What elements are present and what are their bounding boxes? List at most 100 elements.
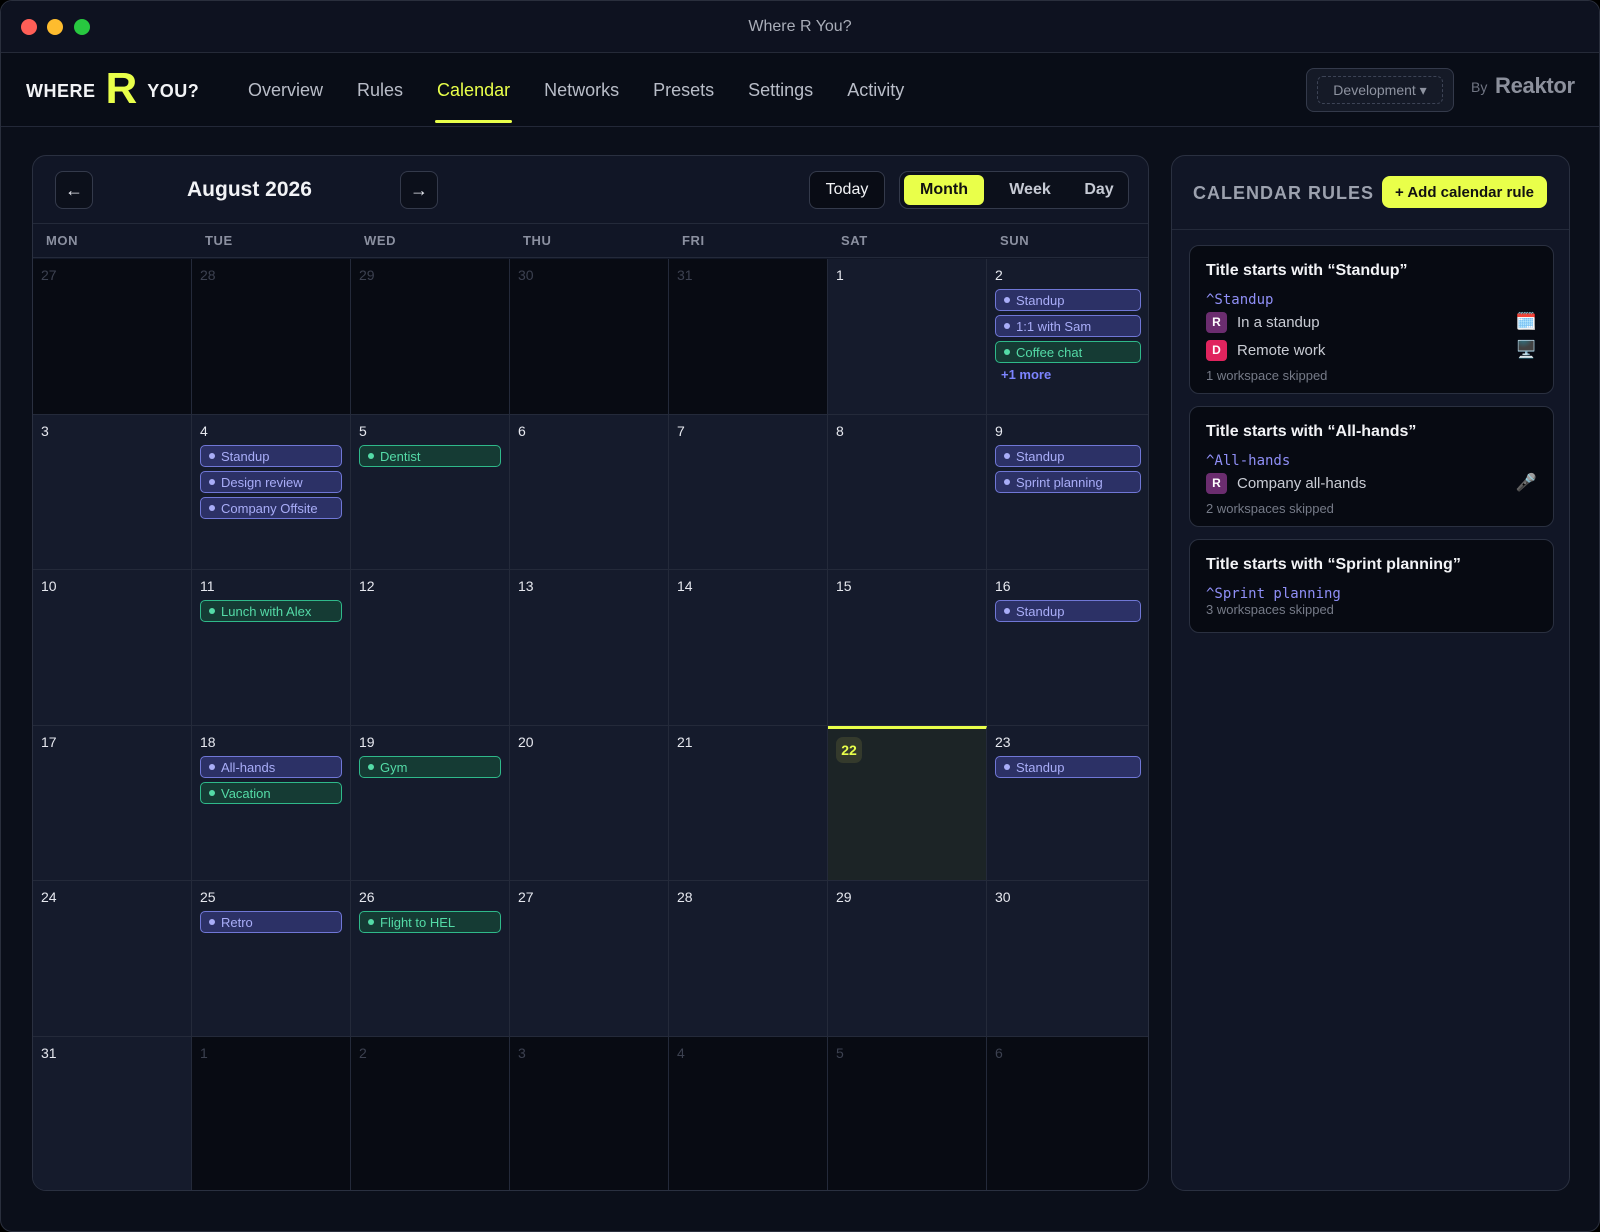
skipped-workspaces-note: 1 workspace skipped bbox=[1206, 368, 1328, 383]
calendar-event[interactable]: Retro bbox=[200, 911, 342, 933]
day-cell[interactable]: 11 Lunch with Alex bbox=[192, 570, 351, 726]
add-calendar-rule-button[interactable]: + Add calendar rule bbox=[1382, 176, 1547, 208]
calendar-event[interactable]: Company Offsite bbox=[200, 497, 342, 519]
calendar-event[interactable]: All-hands bbox=[200, 756, 342, 778]
calendar-event[interactable]: Standup bbox=[200, 445, 342, 467]
day-cell[interactable]: 19 Gym bbox=[351, 726, 510, 881]
calendar-header: ← August 2026 → Today Month Week Day bbox=[33, 156, 1148, 224]
day-cell[interactable]: 18 All-hands Vacation bbox=[192, 726, 351, 881]
day-cell[interactable]: 24 bbox=[33, 881, 192, 1037]
environment-select[interactable]: Development ▾ bbox=[1317, 76, 1443, 104]
nav-tab-rules[interactable]: Rules bbox=[340, 53, 420, 127]
environment-selector[interactable]: Development ▾ bbox=[1306, 68, 1454, 112]
calendar-event[interactable]: Sprint planning bbox=[995, 471, 1141, 493]
day-cell[interactable]: 5 bbox=[828, 1037, 987, 1190]
rule-card[interactable]: Title starts with “Standup” ^Standup R In a… bbox=[1189, 245, 1554, 394]
event-list: All-hands Vacation bbox=[200, 756, 342, 808]
day-cell[interactable]: 25 Retro bbox=[192, 881, 351, 1037]
workspace-avatar: R bbox=[1206, 311, 1227, 333]
day-cell[interactable]: 17 bbox=[33, 726, 192, 881]
day-cell[interactable]: 9 Standup Sprint planning bbox=[987, 415, 1148, 570]
day-cell[interactable]: 7 bbox=[669, 415, 828, 570]
rule-card[interactable]: Title starts with “Sprint planning” ^Spri… bbox=[1189, 539, 1554, 633]
nav-tab-calendar[interactable]: Calendar bbox=[420, 53, 527, 127]
day-number: 1 bbox=[200, 1045, 208, 1061]
nav-tab-settings[interactable]: Settings bbox=[731, 53, 830, 127]
day-cell[interactable]: 10 bbox=[33, 570, 192, 726]
day-cell[interactable]: 1 bbox=[192, 1037, 351, 1190]
calendar-event[interactable]: Design review bbox=[200, 471, 342, 493]
day-cell[interactable]: 29 bbox=[351, 259, 510, 415]
next-month-button[interactable]: → bbox=[400, 171, 438, 209]
day-cell[interactable]: 14 bbox=[669, 570, 828, 726]
calendar-event[interactable]: Gym bbox=[359, 756, 501, 778]
day-cell[interactable]: 28 bbox=[669, 881, 828, 1037]
day-number: 1 bbox=[836, 267, 844, 283]
day-cell[interactable]: 26 Flight to HEL bbox=[351, 881, 510, 1037]
event-list: Standup 1:1 with Sam Coffee chat +1 more bbox=[995, 289, 1141, 382]
day-cell[interactable]: 29 bbox=[828, 881, 987, 1037]
day-cell[interactable]: 21 bbox=[669, 726, 828, 881]
nav-tab-presets[interactable]: Presets bbox=[636, 53, 731, 127]
view-month-button[interactable]: Month bbox=[904, 175, 984, 205]
day-cell[interactable]: 30 bbox=[510, 259, 669, 415]
calendar-event[interactable]: Standup bbox=[995, 756, 1141, 778]
day-cell[interactable]: 2 bbox=[351, 1037, 510, 1190]
day-cell[interactable]: 31 bbox=[33, 1037, 192, 1190]
day-cell[interactable]: 23 Standup bbox=[987, 726, 1148, 881]
calendar-event[interactable]: Standup bbox=[995, 445, 1141, 467]
event-title: Flight to HEL bbox=[380, 914, 456, 930]
nav-tab-activity[interactable]: Activity bbox=[830, 53, 921, 127]
day-cell[interactable]: 15 bbox=[828, 570, 987, 726]
day-number: 31 bbox=[41, 1045, 57, 1061]
brand-logo[interactable]: Reaktor bbox=[1495, 73, 1575, 99]
day-cell[interactable]: 28 bbox=[192, 259, 351, 415]
day-number: 3 bbox=[518, 1045, 526, 1061]
calendar-event[interactable]: Dentist bbox=[359, 445, 501, 467]
calendar-event[interactable]: Flight to HEL bbox=[359, 911, 501, 933]
nav-tab-overview[interactable]: Overview bbox=[231, 53, 340, 127]
day-cell[interactable]: 6 bbox=[987, 1037, 1148, 1190]
calendar-event[interactable]: Lunch with Alex bbox=[200, 600, 342, 622]
calendar-event[interactable]: 1:1 with Sam bbox=[995, 315, 1141, 337]
day-cell[interactable]: 16 Standup bbox=[987, 570, 1148, 726]
day-cell[interactable]: 31 bbox=[669, 259, 828, 415]
day-number: 21 bbox=[677, 734, 693, 750]
month-grid: 27 28 29 30 31 1 2 Standup 1:1 with Sam Coffee ch… bbox=[33, 259, 1148, 1190]
prev-month-button[interactable]: ← bbox=[55, 171, 93, 209]
day-cell[interactable]: 12 bbox=[351, 570, 510, 726]
view-day-button[interactable]: Day bbox=[1072, 175, 1126, 205]
view-toggle: Month Week Day bbox=[899, 171, 1129, 209]
day-cell[interactable]: 4 Standup Design review Company Offsite bbox=[192, 415, 351, 570]
calendar-event[interactable]: Coffee chat bbox=[995, 341, 1141, 363]
weekday-sun: SUN bbox=[1000, 233, 1030, 248]
nav-tab-networks[interactable]: Networks bbox=[527, 53, 636, 127]
rule-card[interactable]: Title starts with “All-hands” ^All-hands R… bbox=[1189, 406, 1554, 527]
day-number: 15 bbox=[836, 578, 852, 594]
calendar-event[interactable]: Vacation bbox=[200, 782, 342, 804]
day-cell[interactable]: 27 bbox=[510, 881, 669, 1037]
today-cell[interactable]: 22 bbox=[828, 726, 987, 881]
day-cell[interactable]: 4 bbox=[669, 1037, 828, 1190]
calendar-event[interactable]: Standup bbox=[995, 289, 1141, 311]
workspace-row: R In a standup 🗓️ bbox=[1206, 311, 1537, 333]
weekday-header: MON TUE WED THU FRI SAT SUN bbox=[33, 224, 1148, 258]
day-cell[interactable]: 3 bbox=[510, 1037, 669, 1190]
day-cell[interactable]: 20 bbox=[510, 726, 669, 881]
month-title: August 2026 bbox=[187, 178, 312, 201]
day-cell[interactable]: 3 bbox=[33, 415, 192, 570]
day-cell[interactable]: 1 bbox=[828, 259, 987, 415]
calendar-event[interactable]: Standup bbox=[995, 600, 1141, 622]
view-week-button[interactable]: Week bbox=[992, 175, 1068, 205]
day-cell[interactable]: 27 bbox=[33, 259, 192, 415]
day-cell[interactable]: 2 Standup 1:1 with Sam Coffee chat +1 more bbox=[987, 259, 1148, 415]
day-cell[interactable]: 13 bbox=[510, 570, 669, 726]
day-cell[interactable]: 6 bbox=[510, 415, 669, 570]
app-logo[interactable]: WHERE R YOU? bbox=[26, 67, 199, 111]
day-cell[interactable]: 8 bbox=[828, 415, 987, 570]
today-button[interactable]: Today bbox=[809, 171, 885, 209]
day-cell[interactable]: 5 Dentist bbox=[351, 415, 510, 570]
event-dot-icon bbox=[1004, 349, 1010, 355]
more-events-link[interactable]: +1 more bbox=[995, 367, 1141, 382]
day-cell[interactable]: 30 bbox=[987, 881, 1148, 1037]
